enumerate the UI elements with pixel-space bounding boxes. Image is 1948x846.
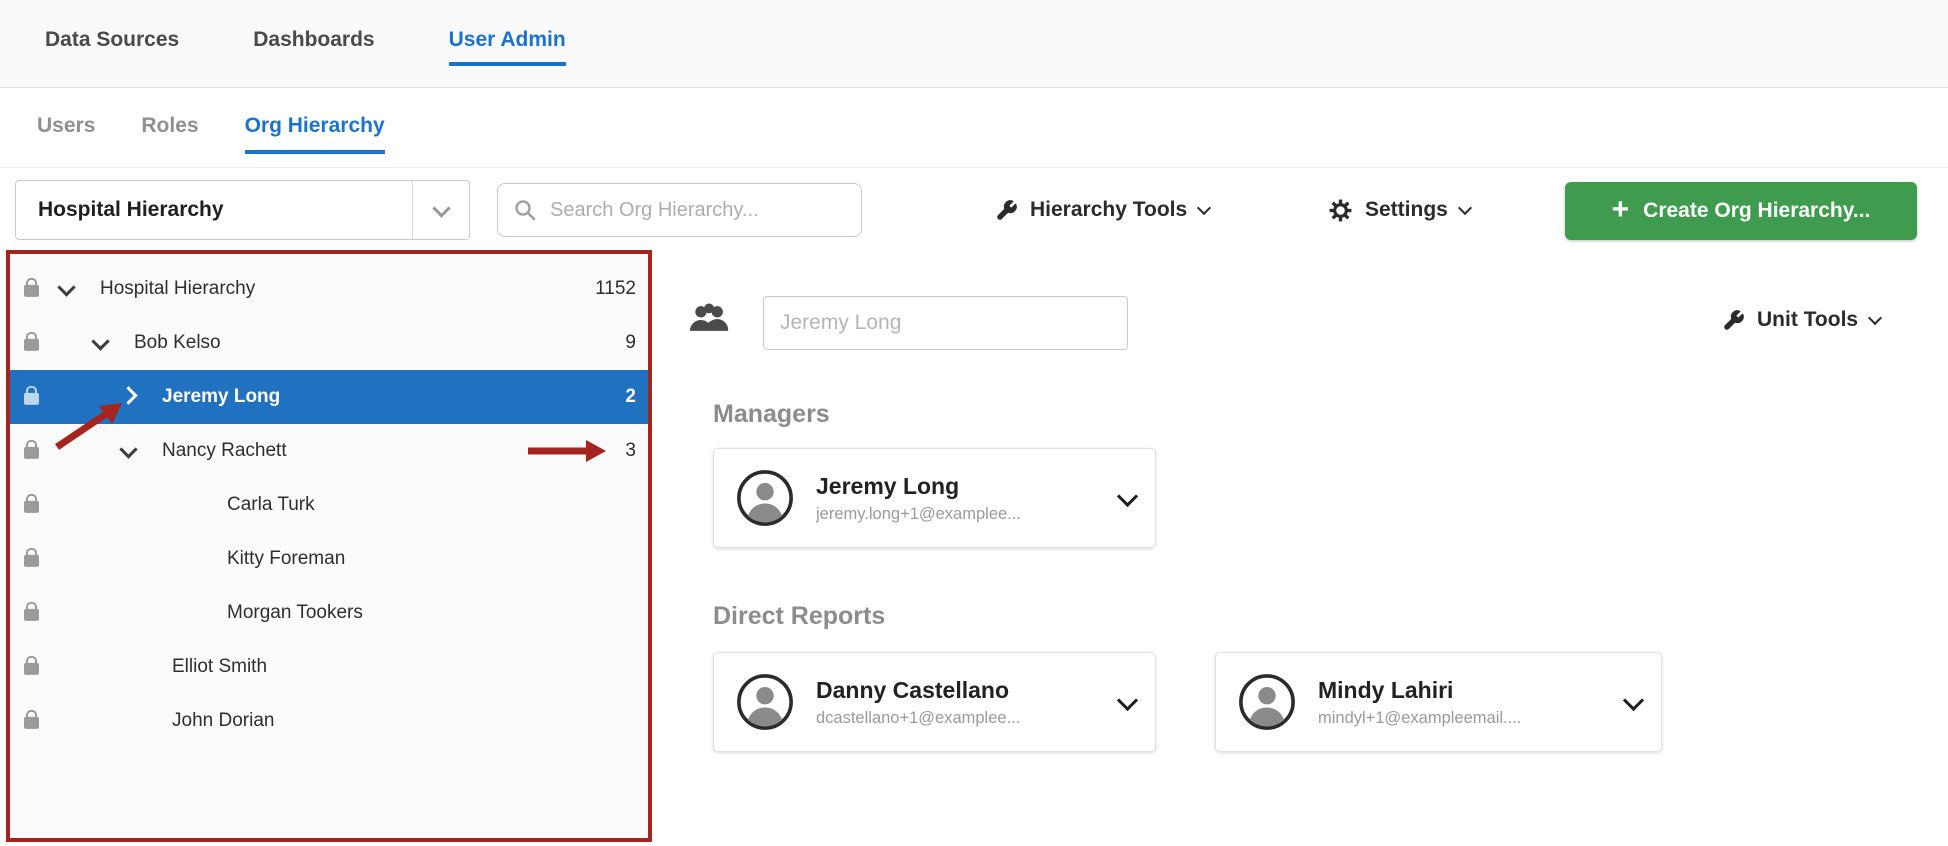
- tree-item-label: Jeremy Long: [162, 386, 280, 408]
- tree-row-jeremy-long-selected[interactable]: Jeremy Long 2: [8, 370, 650, 424]
- direct-report-name: Mindy Lahiri: [1318, 677, 1616, 704]
- tab-roles[interactable]: Roles: [141, 114, 198, 150]
- sub-nav: Users Roles Org Hierarchy: [0, 88, 1948, 168]
- direct-report-name: Danny Castellano: [816, 677, 1110, 704]
- plus-icon: +: [1612, 195, 1630, 225]
- search-box: [497, 183, 862, 237]
- create-org-hierarchy-button[interactable]: + Create Org Hierarchy...: [1565, 182, 1917, 240]
- lock-icon: [24, 663, 39, 675]
- chevron-down-icon[interactable]: [92, 337, 108, 350]
- chevron-down-icon: [1197, 201, 1211, 215]
- chevron-down-icon[interactable]: [1117, 485, 1138, 506]
- tree-item-label: Nancy Rachett: [162, 440, 287, 462]
- chevron-down-icon[interactable]: [120, 445, 136, 458]
- tree-row-hospital-hierarchy[interactable]: Hospital Hierarchy 1152: [8, 262, 650, 316]
- tab-users[interactable]: Users: [37, 114, 95, 150]
- org-tree-panel: Hospital Hierarchy 1152 Bob Kelso 9 Jere…: [8, 256, 650, 840]
- avatar-icon: [736, 469, 794, 527]
- search-input[interactable]: [497, 183, 862, 237]
- wrench-icon: [1722, 309, 1745, 332]
- avatar-icon: [736, 673, 794, 731]
- tab-user-admin[interactable]: User Admin: [449, 28, 566, 66]
- group-icon: [686, 300, 734, 340]
- wrench-icon: [995, 199, 1018, 222]
- gear-icon: [1328, 198, 1353, 223]
- search-icon: [513, 198, 537, 222]
- tree-row-kitty-foreman[interactable]: Kitty Foreman: [8, 532, 650, 586]
- tree-item-label: Elliot Smith: [172, 656, 267, 678]
- chevron-down-icon: [1868, 311, 1882, 325]
- lock-icon: [24, 609, 39, 621]
- lock-icon: [24, 285, 39, 297]
- lock-icon: [24, 393, 39, 405]
- manager-card[interactable]: Jeremy Long jeremy.long+1@examplee...: [713, 448, 1156, 548]
- hierarchy-tools-label: Hierarchy Tools: [1030, 198, 1187, 222]
- chevron-down-icon: [1458, 201, 1472, 215]
- tab-org-hierarchy[interactable]: Org Hierarchy: [245, 114, 385, 154]
- settings-menu[interactable]: Settings: [1328, 190, 1470, 230]
- direct-reports-heading: Direct Reports: [713, 602, 885, 631]
- tree-item-label: Bob Kelso: [134, 332, 221, 354]
- direct-report-email: dcastellano+1@examplee...: [816, 709, 1110, 728]
- direct-report-info: Mindy Lahiri mindyl+1@exampleemail....: [1318, 677, 1616, 728]
- tree-item-count: 2: [625, 386, 636, 408]
- manager-email: jeremy.long+1@examplee...: [816, 505, 1110, 524]
- chevron-down-icon[interactable]: [58, 283, 74, 296]
- unit-tools-label: Unit Tools: [1757, 308, 1858, 332]
- tree-item-label: Kitty Foreman: [227, 548, 345, 570]
- managers-heading: Managers: [713, 400, 830, 429]
- direct-report-card[interactable]: Danny Castellano dcastellano+1@examplee.…: [713, 652, 1156, 752]
- unit-name-field: [763, 296, 1128, 350]
- create-org-hierarchy-label: Create Org Hierarchy...: [1643, 199, 1870, 223]
- tree-row-carla-turk[interactable]: Carla Turk: [8, 478, 650, 532]
- lock-icon: [24, 501, 39, 513]
- lock-icon: [24, 447, 39, 459]
- toolbar: Hospital Hierarchy Hierarchy Tools: [0, 180, 1948, 246]
- chevron-right-icon[interactable]: [120, 391, 136, 404]
- direct-report-info: Danny Castellano dcastellano+1@examplee.…: [816, 677, 1110, 728]
- lock-icon: [24, 717, 39, 729]
- hierarchy-select-value: Hospital Hierarchy: [16, 198, 412, 222]
- avatar-icon: [1238, 673, 1296, 731]
- manager-name: Jeremy Long: [816, 473, 1110, 500]
- direct-report-card[interactable]: Mindy Lahiri mindyl+1@exampleemail....: [1215, 652, 1662, 752]
- app-window: Data Sources Dashboards User Admin Users…: [0, 0, 1948, 846]
- lock-icon: [24, 339, 39, 351]
- unit-tools-menu[interactable]: Unit Tools: [1722, 300, 1880, 340]
- tree-row-morgan-tookers[interactable]: Morgan Tookers: [8, 586, 650, 640]
- tree-row-nancy-rachett[interactable]: Nancy Rachett 3: [8, 424, 650, 478]
- settings-label: Settings: [1365, 198, 1448, 222]
- chevron-down-icon[interactable]: [1117, 689, 1138, 710]
- tree-item-count: 1152: [595, 278, 636, 300]
- tree-row-elliot-smith[interactable]: Elliot Smith: [8, 640, 650, 694]
- chevron-down-icon[interactable]: [1623, 689, 1644, 710]
- tree-item-label: Morgan Tookers: [227, 602, 363, 624]
- chevron-down-icon: [412, 181, 469, 239]
- tab-dashboards[interactable]: Dashboards: [253, 28, 374, 62]
- tab-data-sources[interactable]: Data Sources: [45, 28, 179, 62]
- tree-item-label: John Dorian: [172, 710, 274, 732]
- tree-row-bob-kelso[interactable]: Bob Kelso 9: [8, 316, 650, 370]
- tree-item-count: 3: [625, 440, 636, 462]
- direct-report-email: mindyl+1@exampleemail....: [1318, 709, 1616, 728]
- tree-item-count: 9: [625, 332, 636, 354]
- hierarchy-select[interactable]: Hospital Hierarchy: [15, 180, 470, 240]
- manager-info: Jeremy Long jeremy.long+1@examplee...: [816, 473, 1110, 524]
- tree-row-john-dorian[interactable]: John Dorian: [8, 694, 650, 748]
- tree-item-label: Hospital Hierarchy: [100, 278, 255, 300]
- tree-item-label: Carla Turk: [227, 494, 315, 516]
- lock-icon: [24, 555, 39, 567]
- top-nav: Data Sources Dashboards User Admin: [0, 0, 1948, 88]
- unit-name-input[interactable]: [763, 296, 1128, 350]
- hierarchy-tools-menu[interactable]: Hierarchy Tools: [995, 190, 1209, 230]
